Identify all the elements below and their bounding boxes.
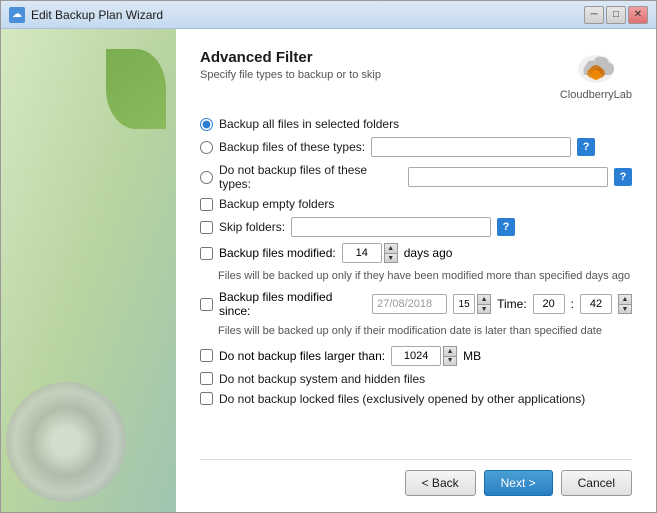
backup-types-input[interactable] [371, 137, 571, 157]
backup-empty-row: Backup empty folders [200, 197, 632, 211]
time-up[interactable]: ▲ [618, 294, 632, 304]
time-label: Time: [497, 297, 527, 311]
modified-since-minute-input[interactable] [580, 294, 612, 314]
modified-days-input[interactable]: 14 [342, 243, 382, 263]
maximize-button[interactable]: □ [606, 6, 626, 24]
backup-modified-label: Backup files modified: [219, 246, 336, 260]
window-title: Edit Backup Plan Wizard [31, 8, 584, 22]
title-bar: ☁ Edit Backup Plan Wizard ─ □ ✕ [1, 1, 656, 29]
backup-modified-since-checkbox[interactable] [200, 298, 213, 311]
left-panel [1, 29, 176, 512]
no-backup-types-label: Do not backup files of these types: [219, 163, 402, 191]
leaf-decoration [106, 49, 166, 129]
skip-folders-input[interactable] [291, 217, 491, 237]
modified-days-suffix: days ago [404, 246, 453, 260]
backup-all-label: Backup all files in selected folders [219, 117, 399, 131]
header-text: Advanced Filter Specify file types to ba… [200, 49, 381, 81]
modified-days-up[interactable]: ▲ [384, 243, 398, 253]
footer: < Back Next > Cancel [200, 459, 632, 496]
window-icon: ☁ [9, 7, 25, 23]
no-system-hidden-checkbox[interactable] [200, 372, 213, 385]
minimize-button[interactable]: ─ [584, 6, 604, 24]
no-system-hidden-row: Do not backup system and hidden files [200, 372, 632, 386]
disc-decoration [6, 382, 126, 502]
content-area: Advanced Filter Specify file types to ba… [1, 29, 656, 512]
no-backup-types-help-button[interactable]: ? [614, 168, 632, 186]
cancel-button[interactable]: Cancel [561, 470, 632, 496]
no-backup-larger-row: Do not backup files larger than: ▲ ▼ MB [200, 346, 632, 366]
page-subtitle: Specify file types to backup or to skip [200, 69, 381, 81]
modified-days-spinbox: 14 ▲ ▼ [342, 243, 398, 263]
modified-days-arrows: ▲ ▼ [384, 243, 398, 263]
larger-than-spinbox: ▲ ▼ [391, 346, 457, 366]
backup-types-help-button[interactable]: ? [577, 138, 595, 156]
skip-folders-label: Skip folders: [219, 220, 285, 234]
no-backup-types-input[interactable] [408, 167, 608, 187]
larger-than-down[interactable]: ▼ [443, 356, 457, 366]
modified-since-cal-input[interactable] [453, 294, 475, 314]
form-area: Backup all files in selected folders Bac… [200, 117, 632, 451]
backup-modified-since-row: Backup files modified since: ▲ ▼ Time: : [200, 290, 632, 318]
backup-types-radio[interactable] [200, 141, 213, 154]
modified-since-hour-input[interactable] [533, 294, 565, 314]
no-locked-checkbox[interactable] [200, 392, 213, 405]
no-backup-larger-label: Do not backup files larger than: [219, 349, 385, 363]
larger-than-up[interactable]: ▲ [443, 346, 457, 356]
main-window: ☁ Edit Backup Plan Wizard ─ □ ✕ Advanced… [0, 0, 657, 513]
modified-since-cal-arrows: ▲ ▼ [477, 294, 491, 314]
no-backup-types-row: Do not backup files of these types: ? [200, 163, 632, 191]
no-system-hidden-label: Do not backup system and hidden files [219, 372, 425, 386]
right-panel: Advanced Filter Specify file types to ba… [176, 29, 656, 512]
logo-area: CloudberryLab [560, 49, 632, 101]
header-area: Advanced Filter Specify file types to ba… [200, 49, 632, 101]
time-colon: : [571, 297, 574, 311]
no-backup-types-radio[interactable] [200, 171, 213, 184]
modified-days-down[interactable]: ▼ [384, 253, 398, 263]
close-button[interactable]: ✕ [628, 6, 648, 24]
disc-inner [51, 427, 81, 457]
backup-all-row: Backup all files in selected folders [200, 117, 632, 131]
larger-than-arrows: ▲ ▼ [443, 346, 457, 366]
time-down[interactable]: ▼ [618, 304, 632, 314]
time-arrows: ▲ ▼ [618, 294, 632, 314]
skip-folders-checkbox[interactable] [200, 221, 213, 234]
modified-since-cal-up[interactable]: ▲ [477, 294, 491, 304]
skip-folders-help-button[interactable]: ? [497, 218, 515, 236]
modified-since-cal-down[interactable]: ▼ [477, 304, 491, 314]
backup-empty-checkbox[interactable] [200, 198, 213, 211]
larger-than-input[interactable] [391, 346, 441, 366]
backup-empty-label: Backup empty folders [219, 197, 334, 211]
cloudberry-logo-icon [576, 49, 616, 87]
backup-types-row: Backup files of these types: ? [200, 137, 632, 157]
backup-types-label: Backup files of these types: [219, 140, 365, 154]
no-backup-larger-checkbox[interactable] [200, 349, 213, 362]
logo-text: CloudberryLab [560, 89, 632, 101]
backup-modified-row: Backup files modified: 14 ▲ ▼ days ago [200, 243, 632, 263]
modified-since-date-input[interactable] [372, 294, 447, 314]
skip-folders-row: Skip folders: ? [200, 217, 632, 237]
modified-since-cal-spinbox: ▲ ▼ [453, 294, 491, 314]
backup-all-radio[interactable] [200, 118, 213, 131]
no-locked-label: Do not backup locked files (exclusively … [219, 392, 585, 406]
backup-modified-checkbox[interactable] [200, 247, 213, 260]
window-controls: ─ □ ✕ [584, 6, 648, 24]
page-title: Advanced Filter [200, 49, 381, 66]
hint-modified: Files will be backed up only if they hav… [218, 269, 632, 284]
back-button[interactable]: < Back [405, 470, 476, 496]
next-button[interactable]: Next > [484, 470, 553, 496]
no-locked-row: Do not backup locked files (exclusively … [200, 392, 632, 406]
hint-modified-since: Files will be backed up only if their mo… [218, 324, 632, 339]
backup-modified-since-label: Backup files modified since: [219, 290, 366, 318]
larger-than-unit: MB [463, 349, 481, 363]
